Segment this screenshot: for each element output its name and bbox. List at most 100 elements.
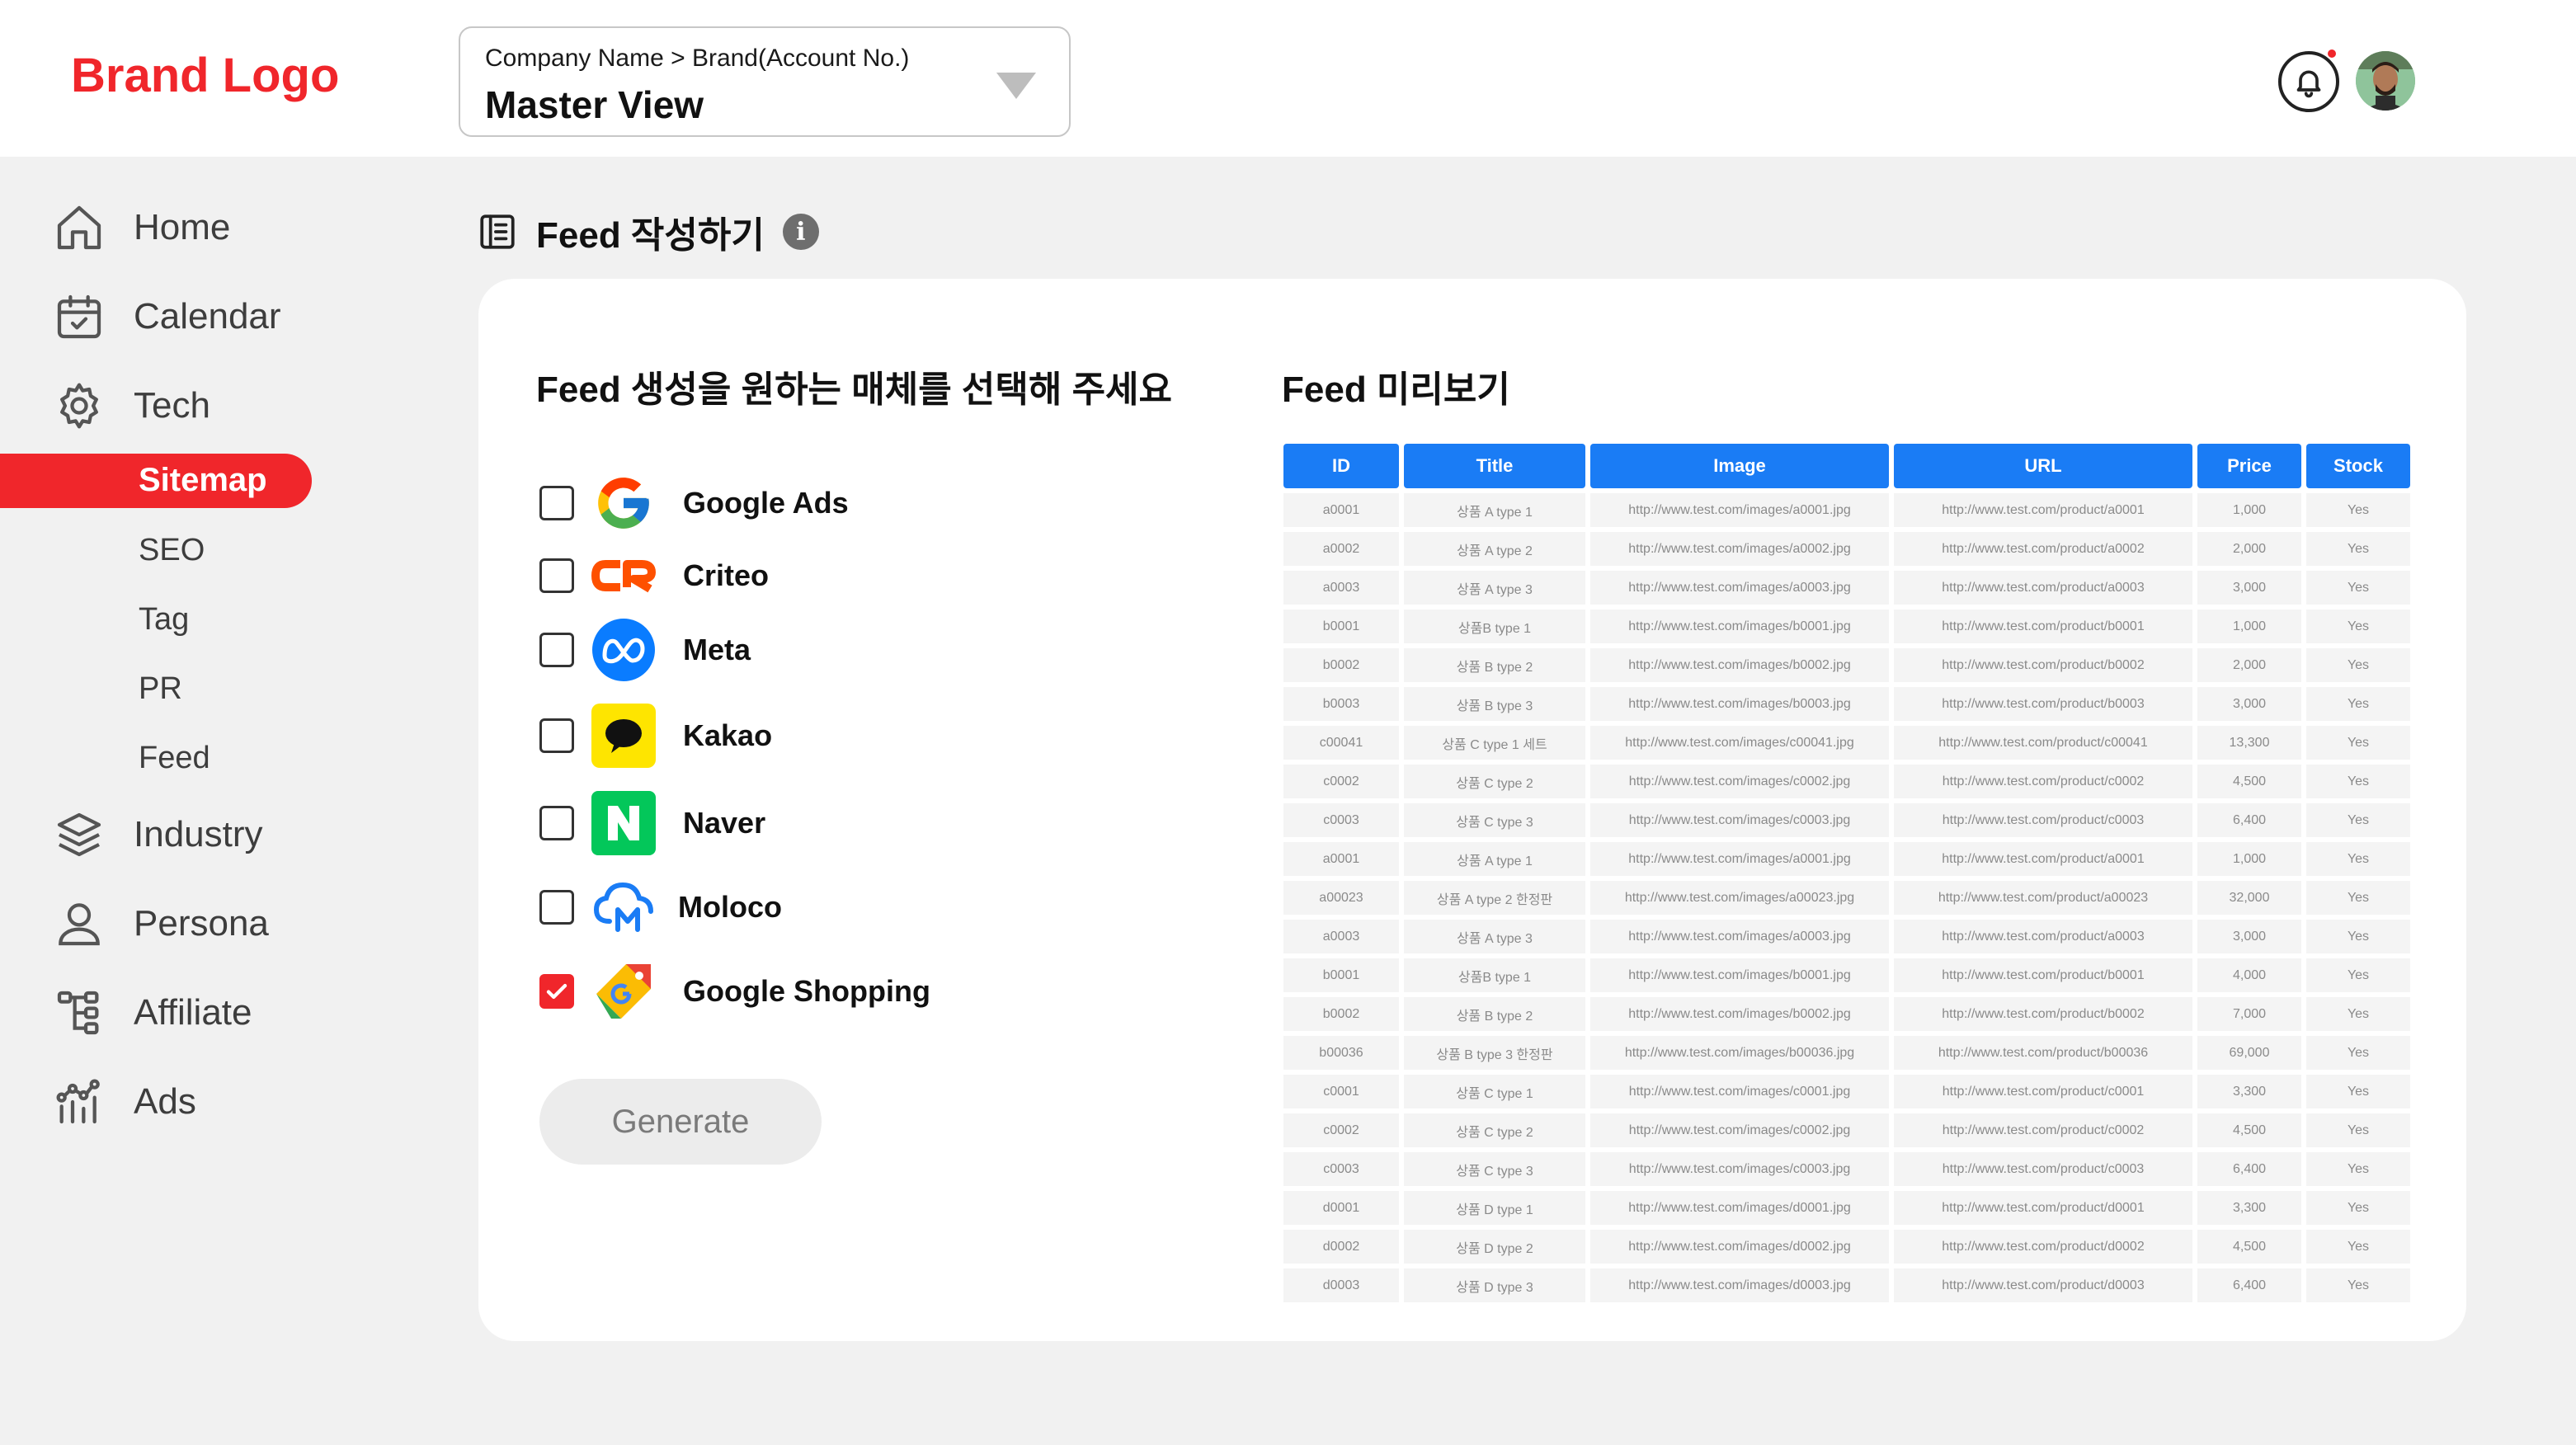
page-title: Feed 작성하기 xyxy=(536,215,765,256)
checkbox-google-ads[interactable] xyxy=(539,486,574,520)
table-row: b0003 상품 B type 3 http://www.test.com/imag… xyxy=(1283,687,2410,721)
sidebar-item-label: Ads xyxy=(134,1081,196,1122)
sidebar-item-persona[interactable]: Persona xyxy=(49,891,269,957)
cell-image: http://www.test.com/images/b0002.jpg xyxy=(1590,648,1889,682)
cell-image: http://www.test.com/images/a0003.jpg xyxy=(1590,571,1889,605)
media-option-google-ads[interactable]: Google Ads xyxy=(539,470,849,536)
document-list-icon xyxy=(480,214,515,249)
table-row: c0001 상품 C type 1 http://www.test.com/imag… xyxy=(1283,1075,2410,1108)
cell-price: 3,000 xyxy=(2197,571,2301,605)
cell-image: http://www.test.com/images/d0003.jpg xyxy=(1590,1268,1889,1302)
cell-title: 상품 D type 1 xyxy=(1404,1191,1585,1225)
cell-title: 상품 D type 2 xyxy=(1404,1230,1585,1264)
cell-url: http://www.test.com/product/d0001 xyxy=(1894,1191,2192,1225)
account-selector[interactable]: Company Name > Brand(Account No.) Master… xyxy=(459,26,1071,137)
checkbox-google-shopping[interactable] xyxy=(539,974,574,1009)
sidebar-subitem-feed[interactable]: Feed xyxy=(139,741,210,776)
sidebar-item-ads[interactable]: Ads xyxy=(49,1069,196,1135)
cell-title: 상품 B type 3 xyxy=(1404,687,1585,721)
notification-bell-button[interactable] xyxy=(2278,51,2339,112)
cell-price: 4,500 xyxy=(2197,1113,2301,1147)
cell-title: 상품B type 1 xyxy=(1404,610,1585,643)
media-option-kakao[interactable]: Kakao xyxy=(539,703,772,769)
cell-image: http://www.test.com/images/b0003.jpg xyxy=(1590,687,1889,721)
cell-image: http://www.test.com/images/c0002.jpg xyxy=(1590,765,1889,798)
sidebar-item-label: Industry xyxy=(134,814,263,854)
cell-image: http://www.test.com/images/b00036.jpg xyxy=(1590,1036,1889,1070)
cell-url: http://www.test.com/product/a00023 xyxy=(1894,881,2192,915)
table-row: a0001 상품 A type 1 http://www.test.com/imag… xyxy=(1283,842,2410,876)
sidebar-item-home[interactable]: Home xyxy=(49,195,230,261)
checkbox-moloco[interactable] xyxy=(539,890,574,925)
media-option-google-shopping[interactable]: Google Shopping xyxy=(539,958,930,1024)
sidebar-item-affiliate[interactable]: Affiliate xyxy=(49,980,252,1046)
cell-id: a0001 xyxy=(1283,842,1399,876)
criteo-logo-icon xyxy=(591,543,657,609)
table-row: a0003 상품 A type 3 http://www.test.com/imag… xyxy=(1283,571,2410,605)
cell-title: 상품 B type 2 xyxy=(1404,648,1585,682)
cell-stock: Yes xyxy=(2306,726,2410,760)
media-option-naver[interactable]: Naver xyxy=(539,790,765,856)
cell-image: http://www.test.com/images/a0001.jpg xyxy=(1590,842,1889,876)
cell-stock: Yes xyxy=(2306,1075,2410,1108)
checkbox-naver[interactable] xyxy=(539,806,574,840)
column-header-image: Image xyxy=(1590,444,1889,488)
notification-dot xyxy=(2326,48,2338,59)
table-row: c0002 상품 C type 2 http://www.test.com/imag… xyxy=(1283,1113,2410,1147)
cell-id: b0001 xyxy=(1283,958,1399,992)
checkbox-kakao[interactable] xyxy=(539,718,574,753)
cell-title: 상품 C type 1 xyxy=(1404,1075,1585,1108)
feed-card: Feed 생성을 원하는 매체를 선택해 주세요 Google Ads Crit… xyxy=(478,279,2466,1341)
cell-image: http://www.test.com/images/a0001.jpg xyxy=(1590,493,1889,527)
chevron-down-icon xyxy=(996,73,1036,99)
avatar[interactable] xyxy=(2356,51,2415,111)
sidebar-subitem-label: Sitemap xyxy=(139,462,267,498)
cell-stock: Yes xyxy=(2306,765,2410,798)
table-row: a0003 상품 A type 3 http://www.test.com/imag… xyxy=(1283,920,2410,953)
sidebar-item-tech[interactable]: Tech xyxy=(49,373,210,439)
column-header-price: Price xyxy=(2197,444,2301,488)
media-option-meta[interactable]: Meta xyxy=(539,617,751,683)
cell-id: c0001 xyxy=(1283,1075,1399,1108)
feed-preview-table: ID Title Image URL Price Stock a0001 상품 A… xyxy=(1279,439,2415,1307)
sidebar-item-industry[interactable]: Industry xyxy=(49,802,263,868)
sidebar-subitem-sitemap[interactable]: Sitemap xyxy=(0,454,312,508)
cell-url: http://www.test.com/product/c00041 xyxy=(1894,726,2192,760)
moloco-logo-icon xyxy=(591,874,657,940)
cell-stock: Yes xyxy=(2306,1152,2410,1186)
calendar-icon xyxy=(49,287,109,346)
cell-id: d0002 xyxy=(1283,1230,1399,1264)
cell-url: http://www.test.com/product/c0003 xyxy=(1894,803,2192,837)
sidebar-subitem-pr[interactable]: PR xyxy=(139,671,182,707)
cell-image: http://www.test.com/images/a00023.jpg xyxy=(1590,881,1889,915)
cell-url: http://www.test.com/product/b0001 xyxy=(1894,610,2192,643)
cell-id: d0003 xyxy=(1283,1268,1399,1302)
cell-price: 4,000 xyxy=(2197,958,2301,992)
sidebar-item-calendar[interactable]: Calendar xyxy=(49,284,281,350)
cell-stock: Yes xyxy=(2306,648,2410,682)
table-row: b0001 상품B type 1 http://www.test.com/image… xyxy=(1283,958,2410,992)
checkbox-criteo[interactable] xyxy=(539,558,574,593)
cell-title: 상품 A type 2 한정판 xyxy=(1404,881,1585,915)
cell-id: b00036 xyxy=(1283,1036,1399,1070)
cell-image: http://www.test.com/images/d0002.jpg xyxy=(1590,1230,1889,1264)
media-section-title: Feed 생성을 원하는 매체를 선택해 주세요 xyxy=(536,369,1173,410)
cell-id: a0003 xyxy=(1283,920,1399,953)
sidebar-subitem-seo[interactable]: SEO xyxy=(139,533,205,568)
cell-id: b0002 xyxy=(1283,648,1399,682)
checkbox-meta[interactable] xyxy=(539,633,574,667)
cell-stock: Yes xyxy=(2306,610,2410,643)
sidebar-subitem-tag[interactable]: Tag xyxy=(139,602,189,638)
info-icon[interactable]: i xyxy=(782,214,819,250)
cell-url: http://www.test.com/product/c0002 xyxy=(1894,1113,2192,1147)
media-option-moloco[interactable]: Moloco xyxy=(539,874,782,940)
cell-id: c0002 xyxy=(1283,765,1399,798)
cell-image: http://www.test.com/images/b0001.jpg xyxy=(1590,610,1889,643)
cell-stock: Yes xyxy=(2306,1191,2410,1225)
table-row: c0003 상품 C type 3 http://www.test.com/imag… xyxy=(1283,803,2410,837)
cell-id: b0003 xyxy=(1283,687,1399,721)
brand-logo[interactable]: Brand Logo xyxy=(71,48,339,103)
media-option-criteo[interactable]: Criteo xyxy=(539,543,769,609)
cell-price: 1,000 xyxy=(2197,610,2301,643)
generate-button[interactable]: Generate xyxy=(539,1079,822,1165)
